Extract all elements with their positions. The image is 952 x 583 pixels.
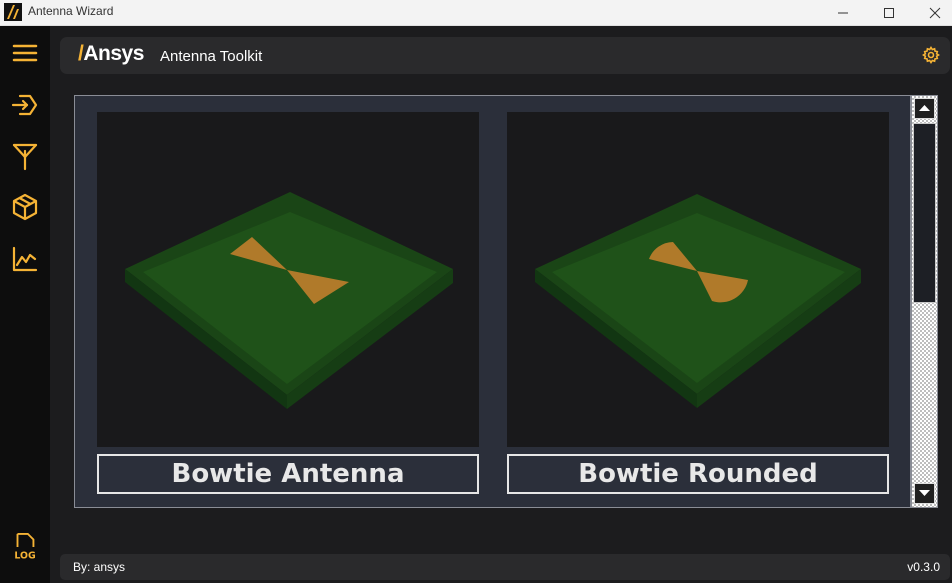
scroll-down-button[interactable] [914,483,935,504]
window-title: Antenna Wizard [28,4,114,18]
ansys-logo: /Ansys [78,42,144,65]
version-label: v0.3.0 [907,560,940,574]
maximize-button[interactable] [866,0,912,26]
bowtie-antenna-button[interactable]: Bowtie Antenna [97,454,479,494]
import-icon[interactable] [10,90,40,120]
page-title: Antenna Toolkit [160,48,263,65]
log-icon[interactable]: LOG [10,532,40,564]
status-bar: By: ansys v0.3.0 [60,554,950,580]
antenna-icon[interactable] [10,141,40,171]
author-label: By: ansys [73,560,126,574]
close-button[interactable] [912,0,952,26]
gear-icon[interactable] [922,46,940,64]
bowtie-antenna-preview[interactable] [97,112,479,447]
app-logo-icon [4,3,22,21]
app-header: /Ansys Antenna Toolkit [60,37,950,74]
gallery-scrollbar[interactable] [911,95,938,508]
sidebar: LOG [0,26,50,583]
cube-icon[interactable] [10,192,40,222]
bowtie-rounded-button[interactable]: Bowtie Rounded [507,454,889,494]
menu-icon[interactable] [10,38,40,68]
scroll-up-button[interactable] [914,98,935,119]
bowtie-rounded-preview[interactable] [507,112,889,447]
scroll-thumb[interactable] [913,123,936,303]
chart-icon[interactable] [10,244,40,274]
log-label: LOG [14,550,35,561]
window-titlebar: Antenna Wizard [0,0,952,26]
minimize-button[interactable] [820,0,866,26]
